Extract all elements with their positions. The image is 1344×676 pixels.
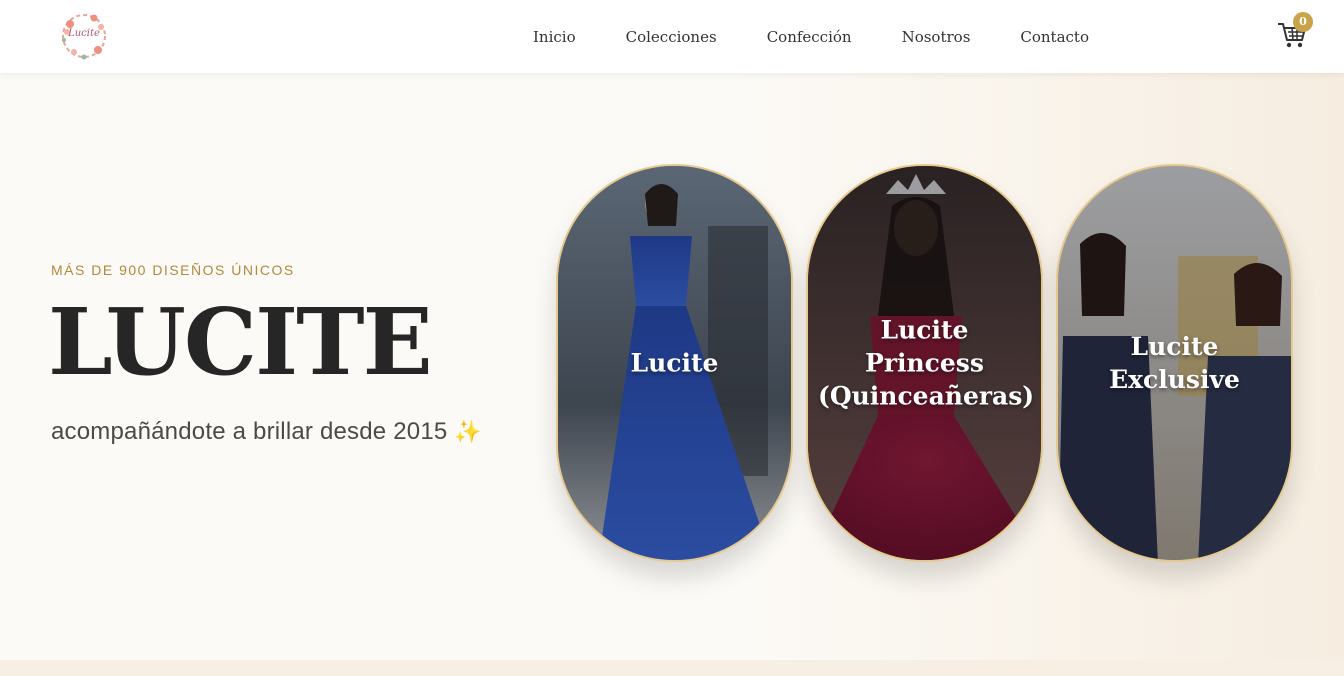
collection-card-lucite-exclusive[interactable]: Lucite Exclusive <box>1056 164 1293 562</box>
section-divider <box>0 660 1344 676</box>
nav-colecciones[interactable]: Colecciones <box>626 28 717 46</box>
logo-text: Lucite <box>68 28 100 39</box>
nav-nosotros[interactable]: Nosotros <box>902 28 971 46</box>
collection-card-lucite-princess[interactable]: Lucite Princess (Quinceañeras) <box>806 164 1043 562</box>
hero-subtitle: acompañándote a brillar desde 2015 ✨ <box>51 418 482 446</box>
main-nav: Inicio Colecciones Confección Nosotros C… <box>508 0 1114 73</box>
hero-eyebrow: MÁS DE 900 DISEÑOS ÚNICOS <box>51 262 295 278</box>
collection-label: Lucite Princess (Quinceañeras) <box>818 315 1035 411</box>
collection-card-lucite[interactable]: Lucite <box>556 164 793 562</box>
logo[interactable]: Lucite <box>58 10 110 62</box>
sparkle-icon: ✨ <box>454 419 482 444</box>
site-header: Lucite Inicio Colecciones Confección Nos… <box>0 0 1344 73</box>
hero-subtitle-text: acompañándote a brillar desde 2015 <box>51 418 448 445</box>
nav-inicio[interactable]: Inicio <box>533 28 576 46</box>
nav-confeccion[interactable]: Confección <box>767 28 852 46</box>
nav-contacto[interactable]: Contacto <box>1020 28 1089 46</box>
cart-count-badge: 0 <box>1293 12 1313 32</box>
collection-label: Lucite Exclusive <box>1109 332 1240 394</box>
collection-label: Lucite <box>630 348 719 378</box>
hero-title: LUCITE <box>48 288 433 396</box>
